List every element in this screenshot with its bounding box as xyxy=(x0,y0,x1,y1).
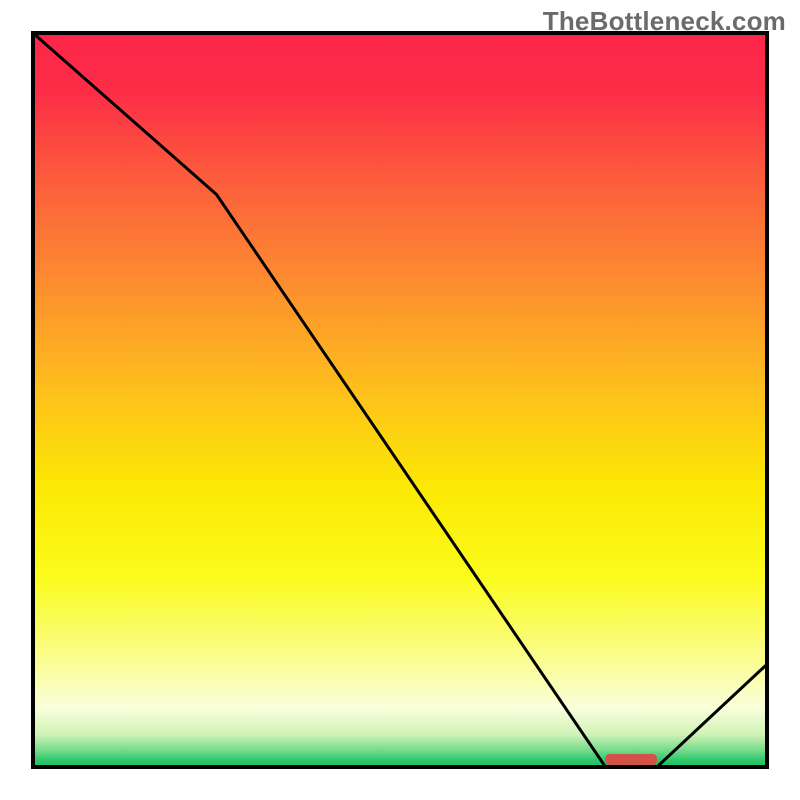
chart-root: TheBottleneck.com xyxy=(0,0,800,800)
bottleneck-chart xyxy=(0,0,800,800)
optimal-range-marker xyxy=(606,754,657,765)
plot-background xyxy=(33,33,767,767)
